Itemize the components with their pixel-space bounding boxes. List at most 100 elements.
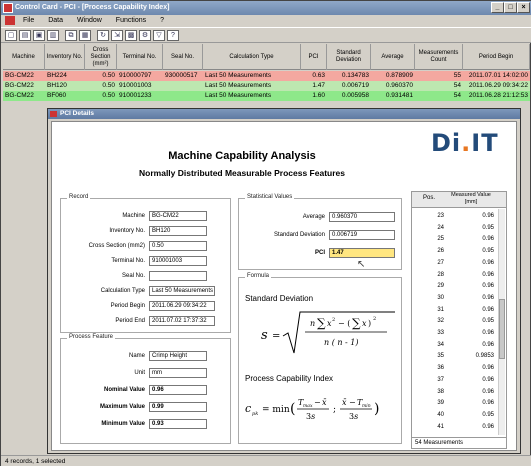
col-count[interactable]: Measurements Count (415, 44, 463, 70)
filter-icon[interactable]: ▽ (153, 30, 165, 41)
nominal-field[interactable]: 0.96 (149, 385, 207, 395)
col-calc-type[interactable]: Calculation Type (203, 44, 301, 70)
measurements-scrollbar[interactable] (498, 209, 505, 435)
open-icon[interactable]: ▤ (19, 30, 31, 41)
col-terminal[interactable]: Terminal No. (117, 44, 163, 70)
unit-field[interactable]: mm (149, 368, 207, 378)
max-field[interactable]: 0.99 (149, 402, 207, 412)
record-label: Terminal No. (111, 258, 145, 264)
std-dev-field[interactable]: 0.006719 (329, 230, 395, 240)
refresh-icon[interactable]: ↻ (97, 30, 109, 41)
svg-text:s: s (261, 328, 268, 343)
record-field[interactable]: 0.50 (149, 241, 207, 251)
cell-pci: 0.63 (312, 72, 325, 79)
cell-cross: 0.50 (102, 72, 115, 79)
dialog-title: PCI Details (48, 109, 520, 119)
pci-formula-title: Process Capability Index (245, 374, 334, 383)
cell-begin: 2011.06.28 21:12:53 (468, 92, 528, 99)
col-average[interactable]: Average (371, 44, 415, 70)
measurement-pos: 39 (437, 400, 444, 407)
menu-window[interactable]: Window (77, 17, 102, 24)
record-field[interactable]: BG-CM22 (149, 211, 207, 221)
measurement-value: 0.96 (482, 400, 494, 407)
cell-inventory: BF060 (47, 92, 67, 99)
print-icon[interactable]: ▥ (47, 30, 59, 41)
record-field[interactable] (149, 271, 207, 281)
name-label: Name (128, 353, 145, 359)
svg-text:x̄: x̄ (342, 398, 347, 407)
col-period-begin[interactable]: Period Begin (463, 44, 530, 70)
minimize-button[interactable]: _ (491, 2, 504, 13)
scrollbar-thumb[interactable] (499, 299, 505, 359)
cell-calc: Last 50 Measurements (205, 92, 272, 99)
menu-data[interactable]: Data (48, 17, 63, 24)
svg-text:−: − (314, 398, 321, 407)
col-std-dev[interactable]: Standard Deviation (327, 44, 371, 70)
record-group: Record Machine BG-CM22 Inventory No. BH120 C… (60, 194, 231, 333)
close-button[interactable]: × (517, 2, 530, 13)
measurement-value: 0.96 (482, 236, 494, 243)
record-field[interactable]: 2011.06.29 09:34:22 (149, 301, 215, 311)
col-pos[interactable]: Pos. (414, 195, 444, 201)
chart-icon[interactable]: ▩ (125, 30, 137, 41)
menu-help[interactable]: ? (160, 17, 164, 24)
paste-icon[interactable]: ▦ (79, 30, 91, 41)
col-measured-value[interactable]: Measured Value [mm] (446, 192, 496, 206)
min-field[interactable]: 0.93 (149, 419, 207, 429)
std-dev-formula-title: Standard Deviation (245, 294, 314, 303)
table-row[interactable]: BG-CM22 BH224 0.50 910000797 930000517 Last 5… (3, 71, 530, 81)
maximize-button[interactable]: □ (504, 2, 517, 13)
svg-text:n ( n - 1): n ( n - 1) (324, 338, 359, 347)
record-label: Period Begin (110, 303, 145, 309)
record-label: Seal No. (121, 273, 145, 279)
measurement-value: 0.96 (482, 341, 494, 348)
col-cross-section[interactable]: Cross Section (mm²) (85, 44, 117, 70)
measurement-pos: 26 (437, 248, 444, 255)
std-dev-label: Standard Deviation (273, 232, 325, 238)
measurement-value: 0.96 (482, 376, 494, 383)
record-label: Cross Section (mm2) (88, 243, 145, 249)
measurement-pos: 29 (437, 283, 444, 290)
menu-file[interactable]: File (23, 17, 34, 24)
table-row[interactable]: BG-CM22 BF060 0.50 910001233 Last 50 Measure… (3, 91, 530, 101)
table-row[interactable]: BG-CM22 BH120 0.50 910001003 Last 50 Measure… (3, 81, 530, 91)
menu-functions[interactable]: Functions (116, 17, 146, 24)
pci-label: PCI (314, 250, 325, 256)
average-field[interactable]: 0.960370 (329, 212, 395, 222)
save-icon[interactable]: ▣ (33, 30, 45, 41)
export-icon[interactable]: ⇲ (111, 30, 123, 41)
measurement-value: 0.95 (482, 248, 494, 255)
new-icon[interactable]: ▢ (5, 30, 17, 41)
measurement-value: 0.95 (482, 411, 494, 418)
copy-icon[interactable]: ⧉ (65, 30, 77, 41)
unit-label: Unit (134, 370, 145, 376)
menu-bar: File Data Window Functions ? (1, 15, 531, 27)
process-feature-group: Process Feature Name Crimp Height Unit m… (60, 334, 231, 444)
cell-std: 0.006719 (341, 82, 369, 89)
settings-icon[interactable]: ⚙ (139, 30, 151, 41)
col-inventory[interactable]: Inventory No. (45, 44, 85, 70)
col-pci[interactable]: PCI (301, 44, 327, 70)
help-icon[interactable]: ? (167, 30, 179, 41)
name-field[interactable]: Crimp Height (149, 351, 207, 361)
record-field[interactable]: Last 50 Measurements (149, 286, 215, 296)
svg-text:∑: ∑ (352, 316, 361, 330)
record-label: Machine (122, 213, 145, 219)
cell-avg: 0.931481 (385, 92, 413, 99)
record-field[interactable]: 2011.07.02 17:37:32 (149, 316, 215, 326)
cell-begin: 2011.07.01 14:02:00 (468, 72, 528, 79)
cell-terminal: 910000797 (119, 72, 152, 79)
measurement-value: 0.95 (482, 318, 494, 325)
measurement-pos: 23 (437, 213, 444, 219)
col-seal[interactable]: Seal No. (163, 44, 203, 70)
measurement-value: 0.95 (482, 224, 494, 231)
svg-text:n: n (310, 319, 315, 328)
record-field[interactable]: BH120 (149, 226, 207, 236)
cell-seal: 930000517 (165, 72, 198, 79)
measurements-count: 54 Measurements (412, 437, 506, 448)
col-machine[interactable]: Machine (3, 44, 45, 70)
record-field[interactable]: 910001003 (149, 256, 207, 266)
svg-text:x: x (362, 319, 367, 328)
pci-field[interactable]: 1.47 (329, 248, 395, 258)
pci-formula: c pk = min ( T max − x̄ 3s ; x̄ − T min … (245, 398, 379, 421)
